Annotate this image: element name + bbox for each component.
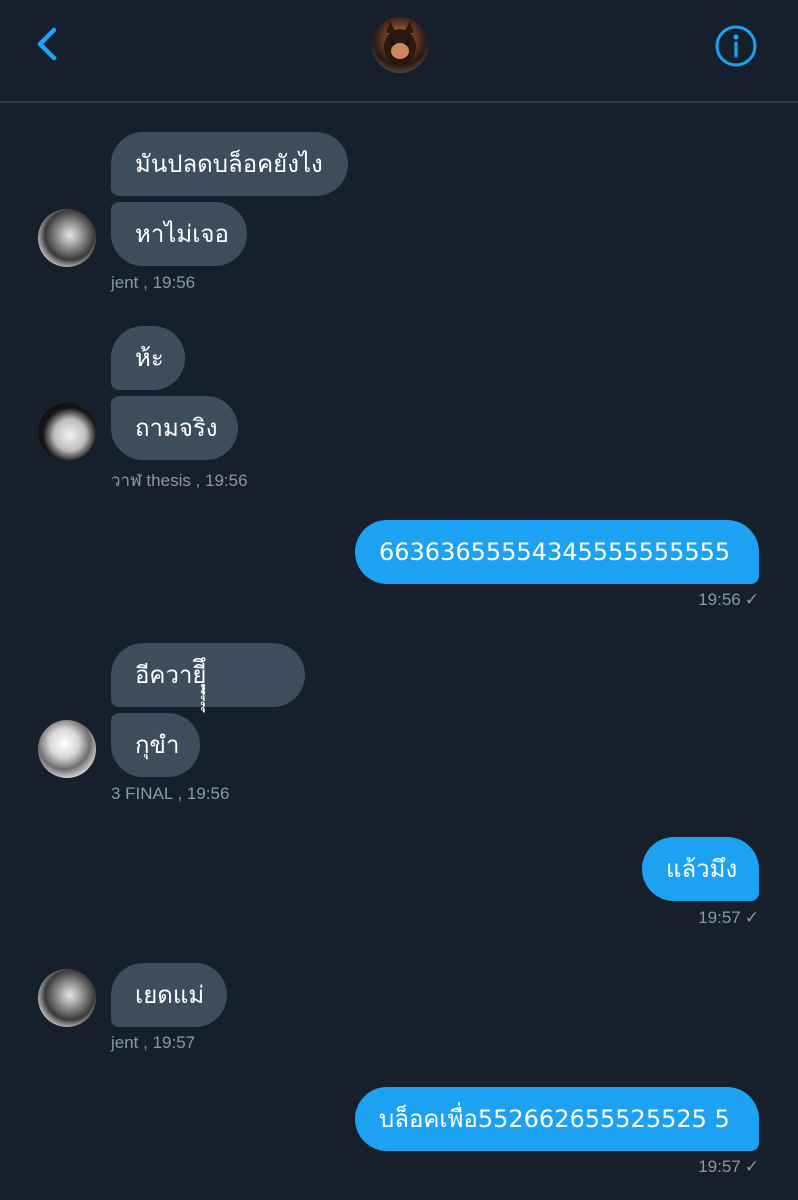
sender-avatar[interactable]: [38, 403, 96, 461]
conversation-header: [0, 0, 798, 103]
message-text: ถามจริง: [135, 414, 218, 442]
sender-timestamp: วาฬ thesis , 19:56: [111, 471, 248, 490]
read-check-icon: ✓: [744, 908, 759, 927]
message-bubble[interactable]: อีควายฺฺฺีึุุุุุ: [111, 643, 305, 707]
message-text: บล็อคเพื่อ552662655525525 5: [379, 1105, 730, 1133]
message-text: แล้วมึง: [666, 855, 738, 883]
read-check-icon: ✓: [744, 1157, 759, 1176]
message-timestamp: 19:57 ✓: [600, 908, 759, 928]
message-bubble[interactable]: บล็อคเพื่อ552662655525525 5: [355, 1087, 759, 1151]
info-button[interactable]: [714, 24, 758, 68]
message-text: มันปลดบล็อคยังไง: [135, 150, 323, 178]
message-bubble[interactable]: 66363655554345555555555: [355, 520, 759, 584]
message-timestamp: 19:57 ✓: [600, 1157, 759, 1177]
message-bubble[interactable]: ถามจริง: [111, 396, 238, 460]
timestamp-text: 19:57: [698, 1157, 741, 1176]
message-bubble[interactable]: กุขำ: [111, 713, 200, 777]
message-text: 66363655554345555555555: [379, 538, 731, 566]
info-icon: [715, 25, 757, 67]
sender-timestamp: jent , 19:56: [111, 273, 196, 292]
message-text: อีควายฺฺฺีึุุุุุ: [135, 661, 207, 689]
sender-avatar[interactable]: [38, 209, 96, 267]
message-text: เยดแม่: [135, 981, 205, 1009]
message-bubble[interactable]: แล้วมึง: [642, 837, 759, 901]
sender-avatar[interactable]: [38, 969, 96, 1027]
message-bubble[interactable]: เยดแม่: [111, 963, 227, 1027]
sender-timestamp: 3 FINAL , 19:56: [111, 784, 230, 803]
read-check-icon: ✓: [744, 590, 759, 609]
message-text: กุขำ: [135, 731, 180, 759]
sender-avatar[interactable]: [38, 720, 96, 778]
message-bubble[interactable]: ห้ะ: [111, 326, 185, 390]
sender-timestamp: jent , 19:57: [111, 1033, 196, 1052]
conversation-avatar[interactable]: [372, 17, 428, 73]
message-timestamp: 19:56 ✓: [600, 590, 759, 610]
timestamp-text: 19:57: [698, 908, 741, 927]
message-text: ห้ะ: [135, 344, 164, 372]
message-bubble[interactable]: มันปลดบล็อคยังไง: [111, 132, 348, 196]
message-bubble[interactable]: หาไม่เจอ: [111, 202, 247, 266]
chevron-left-icon: [37, 27, 57, 61]
timestamp-text: 19:56: [698, 590, 741, 609]
message-list[interactable]: มันปลดบล็อคยังไง หาไม่เจอ jent , 19:56 ห…: [0, 103, 798, 1200]
back-button[interactable]: [28, 22, 68, 66]
message-text: หาไม่เจอ: [135, 220, 229, 248]
dog-avatar-icon: [384, 21, 416, 65]
